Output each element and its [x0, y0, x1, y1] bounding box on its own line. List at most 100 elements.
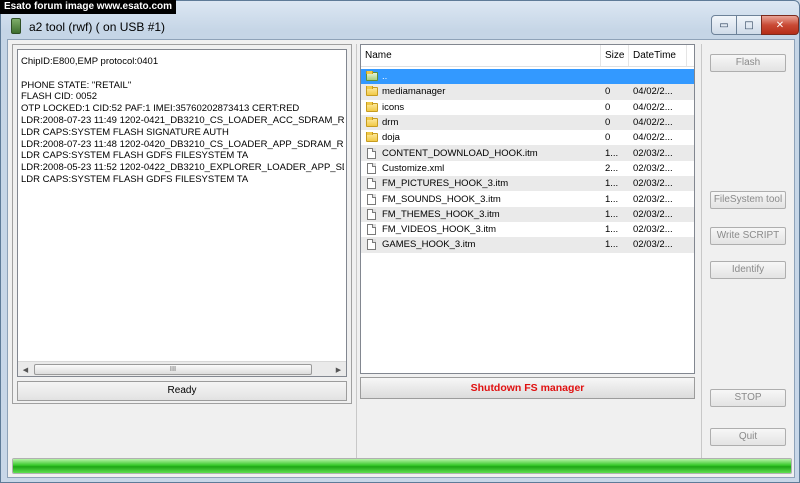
file-size: 1...	[605, 239, 619, 251]
file-datetime: 02/03/2...	[633, 239, 673, 251]
scroll-left-icon[interactable]: ◀	[18, 362, 33, 376]
phone-icon	[11, 18, 21, 34]
identify-button[interactable]: Identify	[710, 261, 786, 279]
column-header-size[interactable]: Size	[601, 45, 629, 66]
file-name: mediamanager	[382, 86, 446, 98]
close-button[interactable]: ✕	[761, 15, 799, 35]
file-list-header: Name Size DateTime	[361, 45, 694, 67]
log-line: OTP LOCKED:1 CID:52 PAF:1 IMEI:357602028…	[21, 103, 300, 115]
file-datetime: 02/03/2...	[633, 178, 673, 190]
file-row[interactable]: doja 0 04/02/2...	[361, 130, 694, 145]
progress-fill	[13, 459, 791, 473]
divider	[356, 44, 357, 474]
file-datetime: 02/03/2...	[633, 162, 673, 174]
log-line: LDR CAPS:SYSTEM FLASH GDFS FILESYSTEM TA	[21, 150, 249, 162]
log-line: LDR CAPS:SYSTEM FLASH SIGNATURE AUTH	[21, 126, 229, 138]
file-list[interactable]: Name Size DateTime .. mediamanager 0 04/02/…	[360, 44, 695, 374]
file-icon	[367, 178, 376, 190]
quit-button[interactable]: Quit	[710, 428, 786, 446]
scroll-thumb[interactable]: III	[34, 364, 312, 375]
log-line: FLASH CID: 0052	[21, 91, 98, 103]
file-name-cell: drm	[361, 117, 601, 128]
file-datetime: 02/03/2...	[633, 208, 673, 220]
file-name: FM_THEMES_HOOK_3.itm	[382, 208, 500, 220]
file-datetime: 02/03/2...	[633, 224, 673, 236]
file-row[interactable]: FM_SOUNDS_HOOK_3.itm 1... 02/03/2...	[361, 191, 694, 206]
close-icon: ✕	[775, 19, 785, 31]
file-datetime: 04/02/2...	[633, 132, 673, 144]
file-icon	[367, 193, 376, 205]
file-icon	[367, 162, 376, 174]
file-row[interactable]: drm 0 04/02/2...	[361, 114, 694, 131]
window-title: a2 tool (rwf) ( on USB #1)	[29, 20, 166, 34]
file-row[interactable]: FM_THEMES_HOOK_3.itm 1... 02/03/2...	[361, 206, 694, 222]
file-name-cell: FM_SOUNDS_HOOK_3.itm	[361, 193, 601, 205]
client-area: ChipID:E800,EMP protocol:0401 PHONE STATE…	[7, 39, 795, 478]
file-name-cell: GAMES_HOOK_3.itm	[361, 239, 601, 251]
folder-icon	[366, 117, 378, 128]
log-line: ChipID:E800,EMP protocol:0401	[21, 56, 159, 67]
column-header-name[interactable]: Name	[361, 45, 601, 66]
log-line: LDR:2008-07-23 11:48 1202-0420_DB3210_CS…	[21, 138, 344, 150]
file-size: 1...	[605, 208, 619, 220]
log-text: ChipID:E800,EMP protocol:0401 PHONE STATE…	[21, 56, 344, 360]
file-size: 0	[605, 132, 611, 144]
shutdown-fs-manager-button[interactable]: Shutdown FS manager	[360, 377, 695, 399]
file-row[interactable]: mediamanager 0 04/02/2...	[361, 84, 694, 100]
progress-bar	[12, 458, 792, 474]
file-size: 0	[605, 101, 611, 113]
log-line: LDR CAPS:SYSTEM FLASH GDFS FILESYSTEM TA	[21, 173, 249, 185]
maximize-button[interactable]: □	[736, 15, 762, 35]
file-list-rows: .. mediamanager 0 04/02/2... icons 0 04/02/2..…	[361, 69, 694, 253]
title-bar: a2 tool (rwf) ( on USB #1) ▭ □ ✕	[1, 15, 799, 39]
file-name-cell: doja	[361, 132, 601, 143]
file-name-cell: CONTENT_DOWNLOAD_HOOK.itm	[361, 147, 601, 159]
file-name-cell: mediamanager	[361, 86, 601, 97]
folder-icon	[366, 132, 378, 143]
file-datetime: 02/03/2...	[633, 147, 673, 159]
file-name: drm	[382, 117, 399, 129]
parent-folder-icon	[366, 71, 378, 82]
folder-icon	[366, 101, 378, 112]
file-name: FM_PICTURES_HOOK_3.itm	[382, 178, 509, 190]
stop-button[interactable]: STOP	[710, 389, 786, 407]
file-name-cell: FM_PICTURES_HOOK_3.itm	[361, 178, 601, 190]
file-row[interactable]: CONTENT_DOWNLOAD_HOOK.itm 1... 02/03/2...	[361, 145, 694, 161]
horizontal-scrollbar[interactable]: ◀ III ▶	[18, 361, 346, 376]
app-window: a2 tool (rwf) ( on USB #1) ▭ □ ✕ ChipID:…	[0, 0, 800, 483]
file-row[interactable]: GAMES_HOOK_3.itm 1... 02/03/2...	[361, 237, 694, 253]
file-name: FM_VIDEOS_HOOK_3.itm	[382, 224, 497, 236]
file-name: icons	[382, 101, 405, 113]
file-icon	[367, 208, 376, 220]
watermark-banner: Esato forum image www.esato.com	[0, 0, 177, 14]
minimize-button[interactable]: ▭	[711, 15, 737, 35]
scroll-right-icon[interactable]: ▶	[331, 362, 346, 376]
file-row[interactable]: FM_VIDEOS_HOOK_3.itm 1... 02/03/2...	[361, 222, 694, 237]
file-name: Customize.xml	[382, 162, 445, 174]
file-name-cell: FM_VIDEOS_HOOK_3.itm	[361, 224, 601, 236]
file-row[interactable]: ..	[361, 69, 694, 85]
log-panel: ChipID:E800,EMP protocol:0401 PHONE STATE…	[12, 44, 352, 404]
file-name: ..	[382, 71, 388, 83]
write-script-button[interactable]: Write SCRIPT	[710, 227, 786, 245]
file-row[interactable]: icons 0 04/02/2...	[361, 100, 694, 115]
file-icon	[367, 147, 376, 159]
file-size: 0	[605, 117, 611, 129]
file-datetime: 04/02/2...	[633, 101, 673, 113]
folder-icon	[366, 86, 378, 97]
file-row[interactable]: FM_PICTURES_HOOK_3.itm 1... 02/03/2...	[361, 176, 694, 192]
file-size: 1...	[605, 224, 619, 236]
file-row[interactable]: Customize.xml 2... 02/03/2...	[361, 161, 694, 176]
file-icon	[367, 239, 376, 251]
file-size: 1...	[605, 193, 619, 205]
file-datetime: 02/03/2...	[633, 193, 673, 205]
maximize-icon: □	[744, 19, 754, 31]
filesystem-tool-button[interactable]: FileSystem tool	[710, 191, 786, 209]
flash-button[interactable]: Flash	[710, 54, 786, 72]
log-textbox[interactable]: ChipID:E800,EMP protocol:0401 PHONE STATE…	[17, 49, 347, 377]
file-size: 1...	[605, 178, 619, 190]
column-header-datetime[interactable]: DateTime	[629, 45, 687, 66]
file-name-cell: FM_THEMES_HOOK_3.itm	[361, 208, 601, 220]
file-name-cell: Customize.xml	[361, 162, 601, 174]
